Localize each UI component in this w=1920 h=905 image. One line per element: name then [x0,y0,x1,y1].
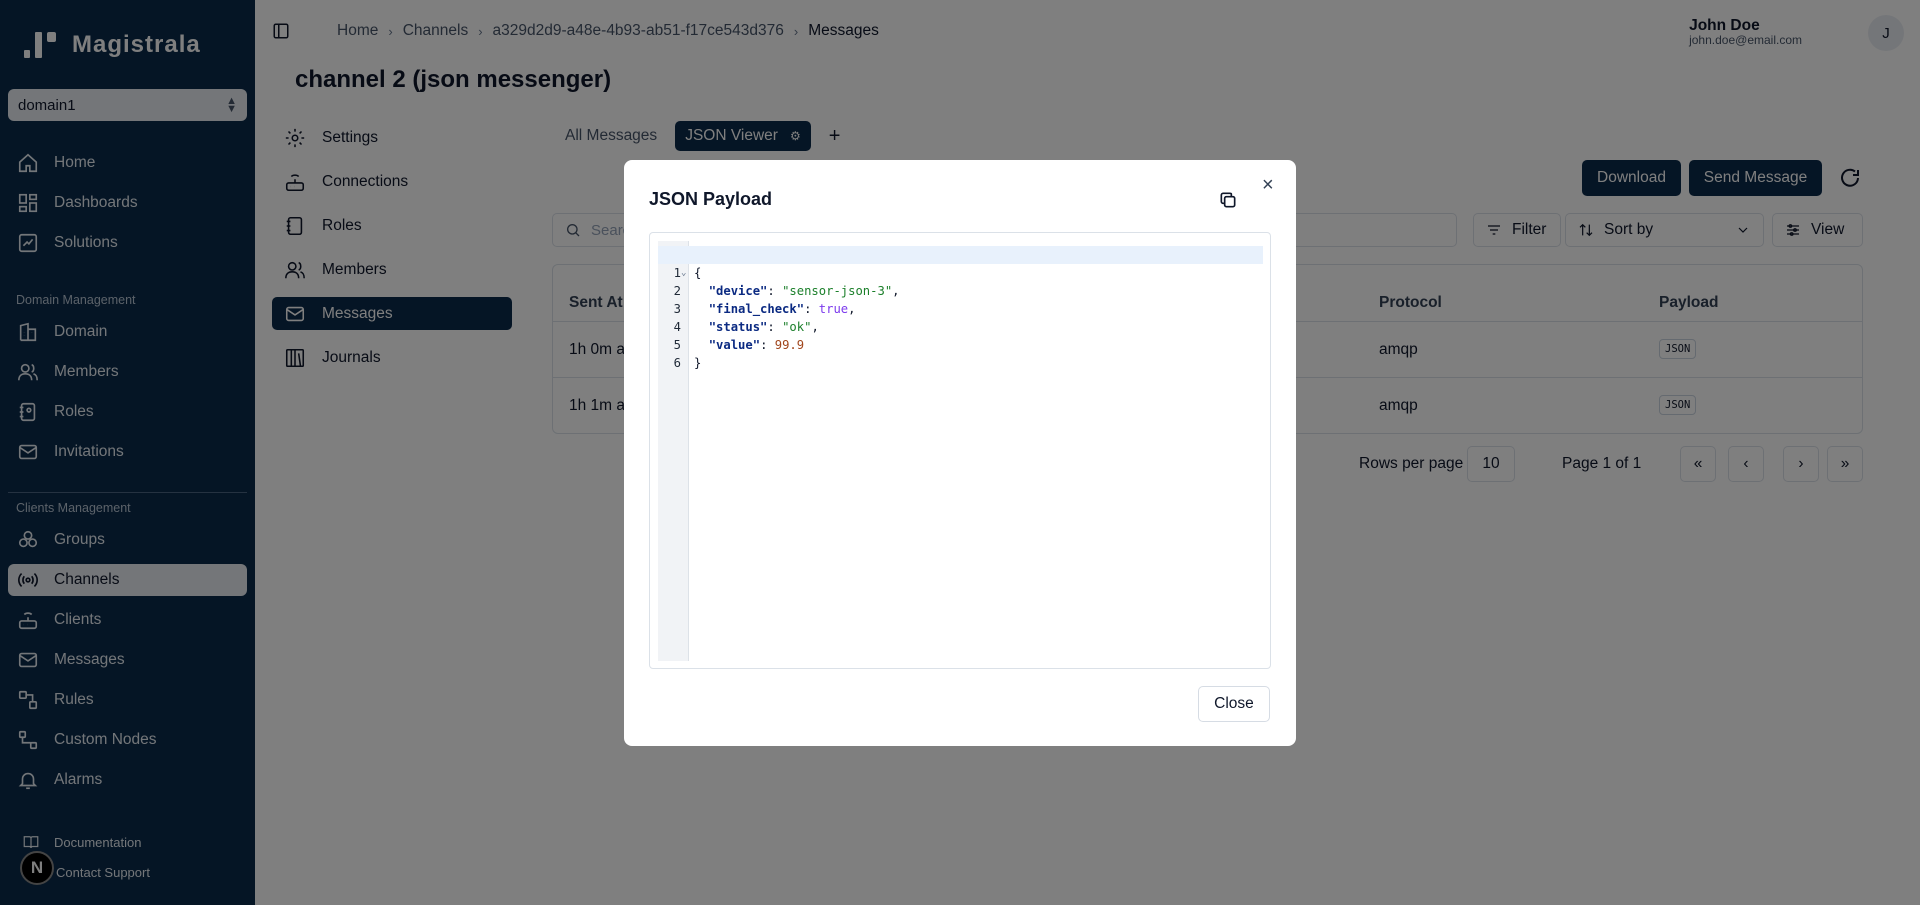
code-line: 1 ⌄{ [673,266,702,280]
json-payload-dialog: JSON Payload × 1 ⌄{ 2 "device": "sensor-j… [624,160,1296,746]
code-line: 5 "value": 99.9 [673,338,805,352]
code-line: 6} [673,356,702,370]
code-line: 2 "device": "sensor-json-3", [673,284,900,298]
close-button[interactable]: Close [1198,686,1270,722]
json-editor[interactable]: 1 ⌄{ 2 "device": "sensor-json-3", 3 "fina… [649,232,1271,669]
close-icon[interactable]: × [1262,175,1274,195]
code-line: 4 "status": "ok", [673,320,819,334]
modal-title: JSON Payload [649,189,773,209]
copy-icon[interactable] [1218,190,1238,210]
code-line: 3 "final_check": true, [673,302,856,316]
